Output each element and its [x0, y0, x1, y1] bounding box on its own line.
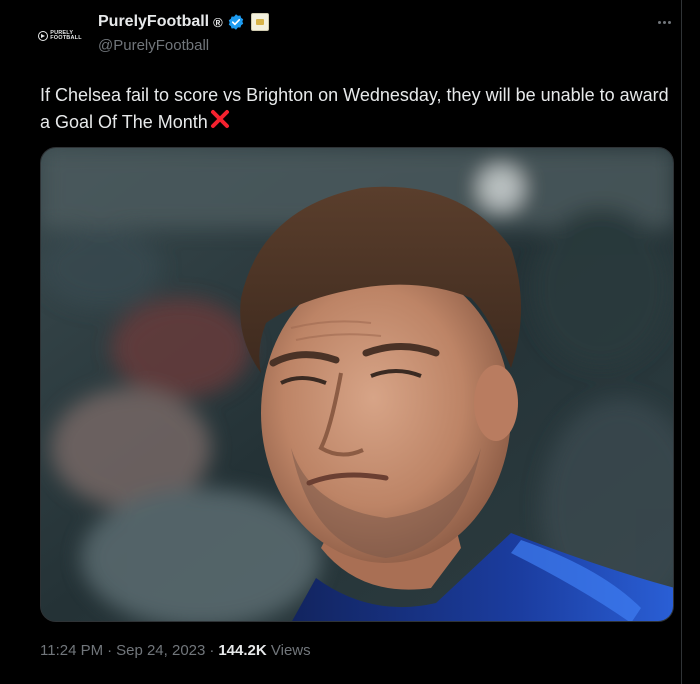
purely-football-logo: PURELY FOOTBALL [38, 29, 82, 42]
dot-icon [662, 20, 666, 24]
separator: · [107, 642, 113, 659]
dot-icon [657, 20, 661, 24]
author-handle[interactable]: @PurelyFootball [98, 37, 209, 54]
views-label: Views [270, 642, 311, 659]
tweet-photo[interactable] [40, 147, 674, 622]
tweet-time[interactable]: 11:24 PM [40, 642, 103, 659]
registered-mark: ® [213, 14, 223, 30]
verified-badge-icon[interactable] [227, 13, 245, 31]
separator: · [209, 642, 215, 659]
tweet-text: If Chelsea fail to score vs Brighton on … [40, 85, 669, 132]
dot-icon [667, 20, 671, 24]
avatar[interactable]: PURELY FOOTBALL [30, 14, 90, 58]
tweet-card: PURELY FOOTBALL PurelyFootball ® @Purely… [0, 0, 682, 684]
logo-text: PURELY FOOTBALL [50, 29, 82, 41]
cross-mark-icon [210, 110, 229, 128]
tweet-text-block: If Chelsea fail to score vs Brighton on … [40, 82, 670, 135]
tweet-meta: 11:24 PM · Sep 24, 2023 · 144.2K Views [40, 642, 311, 659]
affiliate-badge-icon[interactable] [250, 13, 269, 31]
author-name-row: PurelyFootball ® [98, 13, 269, 31]
display-name[interactable]: PurelyFootball [98, 13, 209, 31]
tweet-date[interactable]: Sep 24, 2023 [116, 642, 205, 659]
play-icon [38, 31, 49, 41]
more-options-button[interactable] [654, 12, 674, 32]
manager-photo [41, 148, 673, 621]
views-count[interactable]: 144.2K [218, 642, 266, 659]
scrollbar-track[interactable] [682, 0, 700, 684]
